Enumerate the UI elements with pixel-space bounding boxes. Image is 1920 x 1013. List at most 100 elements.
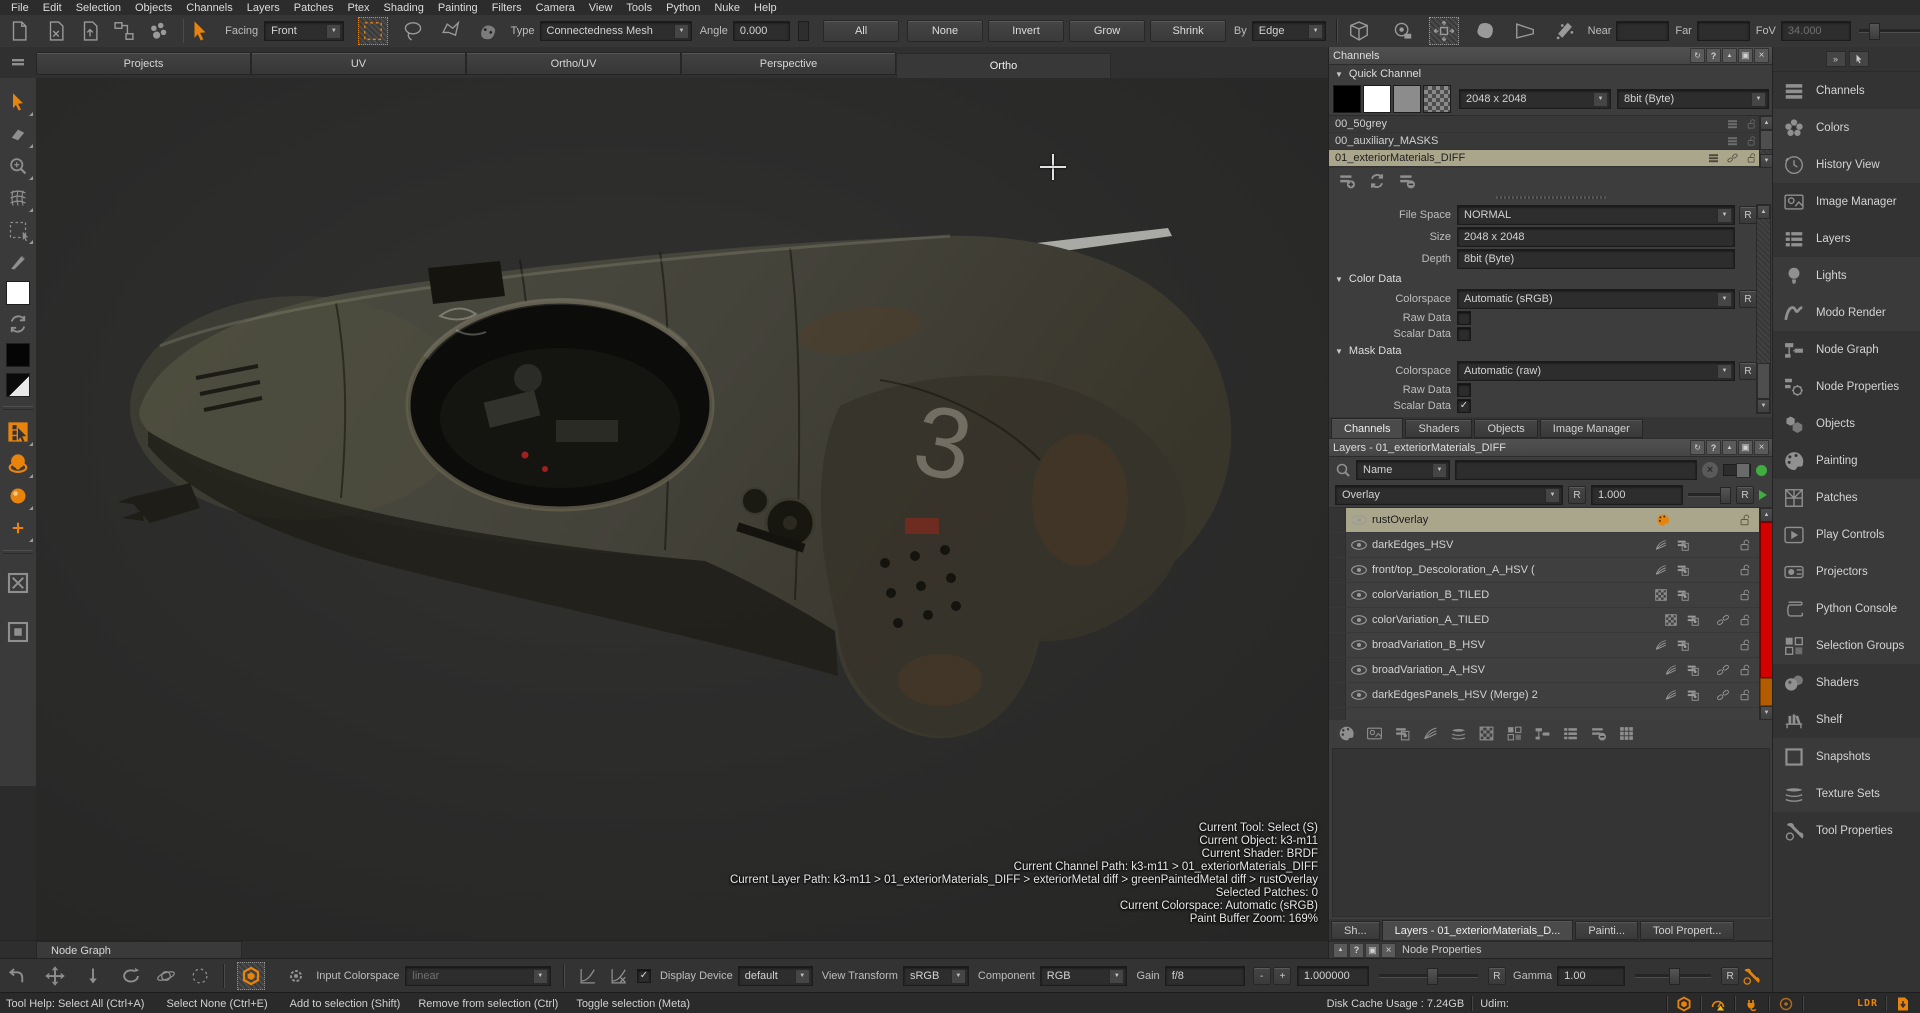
- menu-file[interactable]: File: [4, 2, 36, 14]
- facing-dropdown[interactable]: Front: [264, 21, 344, 41]
- viewport-menu-button[interactable]: [0, 52, 36, 74]
- add-adjustment-layer-icon[interactable]: [1421, 725, 1440, 742]
- menu-patches[interactable]: Patches: [287, 2, 341, 14]
- menu-view[interactable]: View: [582, 2, 620, 14]
- tab-layers-collapsed[interactable]: Layers - 01_exteriorMaterials_D...: [1382, 920, 1574, 940]
- flatten-icon[interactable]: [1617, 725, 1636, 742]
- lut-curve-icon[interactable]: [577, 966, 599, 986]
- eye-icon[interactable]: [1350, 638, 1368, 652]
- lighting-mode-button[interactable]: [237, 962, 265, 990]
- channel-row[interactable]: 00_auxiliary_MASKS: [1329, 133, 1759, 150]
- tab-channels[interactable]: Channels: [1331, 418, 1403, 438]
- by-dropdown[interactable]: Edge: [1252, 21, 1326, 41]
- filter-enabled-indicator[interactable]: [1756, 465, 1767, 476]
- layer-amount-field[interactable]: 1.000: [1591, 485, 1683, 505]
- quick-resolution-dropdown[interactable]: 2048 x 2048: [1459, 89, 1611, 109]
- sidebar-item-modo-render[interactable]: Modo Render: [1773, 294, 1920, 331]
- menu-painting[interactable]: Painting: [431, 2, 485, 14]
- tab-tool-properties-collapsed[interactable]: Tool Propert...: [1640, 921, 1734, 940]
- blend-mode-reset-button[interactable]: R: [1568, 486, 1586, 504]
- menu-help[interactable]: Help: [747, 2, 784, 14]
- spray-icon[interactable]: [1554, 20, 1576, 42]
- menu-shading[interactable]: Shading: [377, 2, 431, 14]
- refresh-icon[interactable]: [1690, 440, 1705, 455]
- file-space-dropdown[interactable]: NORMAL: [1457, 205, 1735, 225]
- collapse-icon[interactable]: [1722, 440, 1737, 455]
- float-window-icon[interactable]: [1738, 48, 1753, 63]
- menu-tools[interactable]: Tools: [619, 2, 659, 14]
- color-picker-tool-button[interactable]: [5, 249, 31, 275]
- shader-eye-button[interactable]: [5, 451, 31, 477]
- unlock-icon[interactable]: [1737, 688, 1753, 702]
- swap-colors-button[interactable]: [5, 311, 31, 337]
- properties-scrollbar[interactable]: ▲▼: [1756, 204, 1771, 414]
- layer-amount-slider[interactable]: [1688, 493, 1731, 497]
- collapse-icon[interactable]: [1333, 943, 1348, 958]
- menu-objects[interactable]: Objects: [128, 2, 179, 14]
- help-icon[interactable]: [1706, 440, 1721, 455]
- far-field[interactable]: [1697, 21, 1750, 41]
- layer-row-selected[interactable]: rustOverlay: [1329, 508, 1759, 533]
- remove-channel-icon[interactable]: [1397, 172, 1417, 190]
- tab-node-graph[interactable]: Node Graph: [36, 941, 242, 959]
- file-space-reset-button[interactable]: R: [1739, 206, 1757, 224]
- add-image-layer-icon[interactable]: [1365, 725, 1384, 742]
- color-colorspace-dropdown[interactable]: Automatic (sRGB): [1457, 289, 1735, 309]
- group-layers-icon[interactable]: [1533, 725, 1552, 742]
- paint-target-button[interactable]: [5, 419, 31, 445]
- menu-python[interactable]: Python: [659, 2, 707, 14]
- sidebar-item-channels[interactable]: Channels: [1773, 72, 1920, 109]
- blur-tool-button[interactable]: [5, 121, 31, 147]
- tab-uv[interactable]: UV: [251, 52, 466, 75]
- search-filter-dropdown[interactable]: Name: [1356, 460, 1450, 480]
- refresh-icon[interactable]: [1690, 48, 1705, 63]
- sidebar-item-selection-groups[interactable]: Selection Groups: [1773, 627, 1920, 664]
- ldr-indicator[interactable]: LDR: [1857, 998, 1878, 1009]
- gamma-field[interactable]: 1.00: [1557, 966, 1625, 986]
- panel-splitter[interactable]: [1329, 194, 1773, 201]
- gamma-reset-button[interactable]: R: [1721, 967, 1739, 985]
- menu-layers[interactable]: Layers: [240, 2, 287, 14]
- projection-off-button[interactable]: [5, 570, 31, 596]
- translate-down-icon[interactable]: [82, 966, 104, 986]
- mask-scalar-data-checkbox[interactable]: [1457, 399, 1471, 413]
- tool-settings-icon[interactable]: [1739, 966, 1763, 986]
- sidebar-item-objects[interactable]: Objects: [1773, 405, 1920, 442]
- eye-icon[interactable]: [1350, 538, 1368, 552]
- unlock-icon[interactable]: [1737, 513, 1753, 527]
- unlock-icon[interactable]: [1737, 588, 1753, 602]
- sidebar-item-patches[interactable]: Patches: [1773, 479, 1920, 516]
- render-hex-icon[interactable]: [1675, 996, 1693, 1012]
- layer-list-scrollbar[interactable]: ▲▼: [1759, 508, 1773, 720]
- fov-field[interactable]: 34.000: [1781, 21, 1852, 41]
- sidebar-item-colors[interactable]: Colors: [1773, 109, 1920, 146]
- filter-toggle[interactable]: [1723, 464, 1751, 476]
- sync-channel-icon[interactable]: [1367, 172, 1387, 190]
- menu-filters[interactable]: Filters: [485, 2, 529, 14]
- link-icon[interactable]: [1715, 688, 1731, 702]
- layer-search-input[interactable]: [1455, 460, 1697, 480]
- reset-colors-swatch[interactable]: [6, 373, 30, 397]
- projection-on-button[interactable]: [5, 619, 31, 645]
- tab-ortho-uv[interactable]: Ortho/UV: [466, 52, 681, 75]
- merge-layers-icon[interactable]: [1561, 725, 1580, 742]
- sidebar-item-shaders[interactable]: Shaders: [1773, 664, 1920, 701]
- menu-nuke[interactable]: Nuke: [707, 2, 747, 14]
- unlock-icon[interactable]: [1744, 118, 1759, 130]
- sidebar-item-projectors[interactable]: Projectors: [1773, 553, 1920, 590]
- clear-search-button[interactable]: ×: [1702, 462, 1718, 478]
- sidebar-item-snapshots[interactable]: Snapshots: [1773, 738, 1920, 775]
- unlock-icon[interactable]: [1737, 663, 1753, 677]
- orbit-icon[interactable]: [155, 966, 177, 986]
- layer-row[interactable]: colorVariation_A_TILED: [1329, 608, 1759, 633]
- select-tool-icon[interactable]: [189, 20, 211, 42]
- tab-painting-collapsed[interactable]: Painti...: [1575, 921, 1638, 940]
- eye-icon[interactable]: [1350, 588, 1368, 602]
- sidebar-item-python-console[interactable]: Python Console: [1773, 590, 1920, 627]
- add-light-button[interactable]: [5, 515, 31, 541]
- link-icon[interactable]: [1715, 663, 1731, 677]
- marquee-select-button[interactable]: [358, 17, 388, 45]
- float-window-icon[interactable]: [1365, 943, 1380, 958]
- tab-projects[interactable]: Projects: [36, 52, 251, 75]
- target-icon[interactable]: [1777, 996, 1795, 1012]
